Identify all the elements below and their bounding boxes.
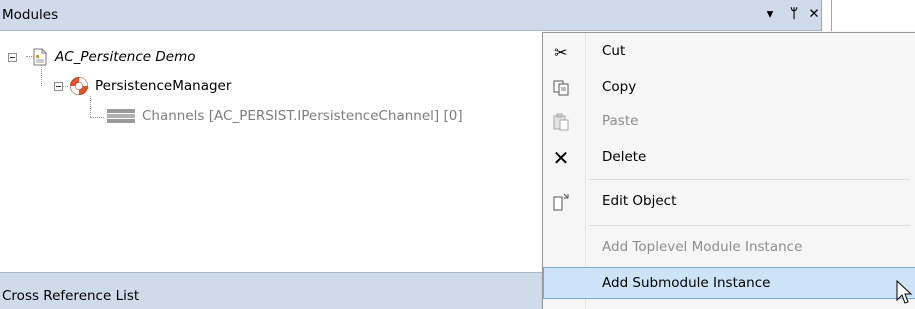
menu-item-label: Edit Object xyxy=(602,193,677,209)
edit-object-icon xyxy=(551,192,571,212)
close-icon[interactable]: ✕ xyxy=(806,6,822,22)
lifebuoy-icon xyxy=(70,77,88,95)
tree-item-persistence-manager[interactable]: PersistenceManager xyxy=(54,75,231,97)
mouse-cursor-icon xyxy=(896,280,912,304)
menu-item-cut[interactable]: ✂ Cut xyxy=(543,35,915,69)
menu-item-label: Paste xyxy=(602,113,639,129)
menu-item-label: Add Toplevel Module Instance xyxy=(602,239,803,255)
cross-reference-panel-title: Cross Reference List xyxy=(2,288,140,304)
menu-item-label: Copy xyxy=(602,79,637,95)
menu-item-copy[interactable]: Copy xyxy=(543,71,915,105)
menu-item-delete[interactable]: ✕ Delete xyxy=(543,141,915,175)
menu-item-edit-object[interactable]: Edit Object xyxy=(543,185,915,219)
collapse-toggle[interactable] xyxy=(54,81,63,91)
menu-item-add-submodule-instance[interactable]: Add Submodule Instance xyxy=(543,267,915,299)
tree-item-label: AC_Persitence Demo xyxy=(55,49,196,65)
menu-item-add-toplevel-module-instance[interactable]: Add Toplevel Module Instance xyxy=(543,231,915,265)
menu-item-paste[interactable]: Paste xyxy=(543,105,915,139)
menu-item-label: Add Submodule Instance xyxy=(602,275,771,291)
menu-item-label: Cut xyxy=(602,43,626,59)
copy-icon xyxy=(551,78,571,98)
menu-separator xyxy=(589,179,910,180)
document-icon xyxy=(33,48,47,66)
scissors-icon: ✂ xyxy=(554,42,568,62)
tree-item-label: Channels [AC_PERSIST.IPersistenceChannel… xyxy=(142,108,463,124)
paste-icon xyxy=(551,112,571,132)
pin-icon[interactable]: ᛘ xyxy=(786,6,802,22)
channel-list-icon xyxy=(107,109,135,123)
panel-divider xyxy=(831,0,832,31)
menu-item-label: Delete xyxy=(602,149,647,165)
context-menu: ✂ Cut Copy Paste ✕ Delete Edit Object Ad… xyxy=(542,32,915,309)
panel-divider xyxy=(821,0,822,31)
tree-item-channels[interactable]: Channels [AC_PERSIST.IPersistenceChannel… xyxy=(106,105,463,127)
delete-icon: ✕ xyxy=(552,146,570,170)
tree-connector xyxy=(90,117,104,119)
modules-panel-header: Modules ▾ ᛘ ✕ xyxy=(0,0,821,31)
collapse-toggle[interactable] xyxy=(8,52,17,62)
menu-separator xyxy=(589,225,910,226)
tree-item-label: PersistenceManager xyxy=(95,78,232,94)
modules-panel-title: Modules xyxy=(2,7,59,23)
tree-item-root[interactable]: AC_Persitence Demo xyxy=(8,46,195,68)
panel-dropdown-button[interactable]: ▾ xyxy=(762,6,778,22)
tree-connector xyxy=(90,96,92,117)
